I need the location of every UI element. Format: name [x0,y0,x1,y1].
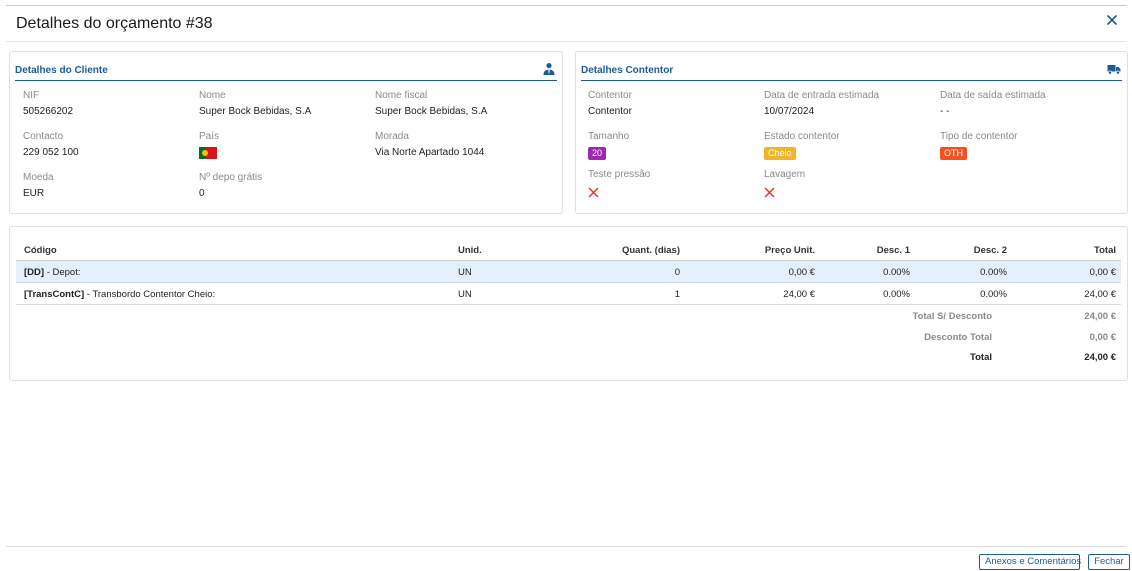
table-row[interactable]: [TransContC] - Transbordo Contentor Chei… [16,283,1121,305]
user-tie-icon [543,63,555,75]
row-price: 24,00 € [783,289,815,300]
client-card-title: Detalhes do Cliente [15,65,108,76]
client-name: Nome Super Bock Bebidas, S.A [199,90,312,117]
row-qty: 0 [674,267,680,278]
container-card-header: Detalhes Contentor [581,59,1122,81]
col-qty[interactable]: Quant. (dias) [622,245,680,256]
col-unit[interactable]: Unid. [458,245,482,256]
container-exit-date: Data de saída estimada - - [940,90,1046,117]
row-unit: UN [458,289,472,300]
row-disc2: 0.00% [980,289,1007,300]
row-disc1: 0.00% [883,289,910,300]
row-qty: 1 [674,289,680,300]
header-separator [6,41,1126,42]
client-details-card: Detalhes do Cliente NIF 505266202 Nome S… [9,51,563,214]
grand-total-value: 24,00 € [1084,352,1116,363]
col-code[interactable]: Código [24,245,57,256]
state-badge: Cheio [764,147,796,160]
total-no-discount-label: Total S/ Desconto [912,311,992,322]
container-state: Estado contentor Cheio [764,131,840,160]
total-discount-value: 0,00 € [1089,332,1116,343]
row-total: 24,00 € [1084,289,1116,300]
col-disc1[interactable]: Desc. 1 [877,245,910,256]
row-disc1: 0.00% [883,267,910,278]
dialog-top-border [6,5,1126,6]
portugal-flag-icon [199,147,217,159]
client-address: Morada Via Norte Apartado 1044 [375,131,485,158]
table-header: Código Unid. Quant. (dias) Preço Unit. D… [16,239,1121,261]
type-badge: OTH [940,147,967,160]
container-pressure-test: Teste pressão [588,169,650,201]
container-size: Tamanho 20 [588,131,630,160]
container-entry-date: Data de entrada estimada 10/07/2024 [764,90,880,117]
container-name: Contentor Contentor [588,90,632,117]
truck-icon [1107,65,1121,75]
row-price: 0,00 € [788,267,815,278]
col-disc2[interactable]: Desc. 2 [974,245,1007,256]
row-disc2: 0.00% [980,267,1007,278]
row-unit: UN [458,267,472,278]
client-nif: NIF 505266202 [23,90,74,117]
col-price[interactable]: Preço Unit. [765,245,815,256]
container-washing: Lavagem [764,169,805,201]
client-currency: Moeda EUR [23,172,54,199]
pressure-test-fail-icon [588,187,599,198]
footer-separator [6,546,1126,547]
total-no-discount-value: 24,00 € [1084,311,1116,322]
total-discount-label: Desconto Total [924,332,992,343]
client-fiscal-name: Nome fiscal Super Bock Bebidas, S.A [375,90,488,117]
close-button[interactable]: Fechar [1088,554,1130,570]
client-card-header: Detalhes do Cliente [15,59,557,81]
client-contact: Contacto 229 052 100 [23,131,79,158]
close-icon[interactable] [1104,12,1120,28]
row-code: [DD] - Depot: [24,267,81,278]
attachments-comments-button[interactable]: Anexos e Comentários [979,554,1081,570]
client-country: País [199,131,219,159]
quote-items-card: Código Unid. Quant. (dias) Preço Unit. D… [9,226,1128,381]
washing-fail-icon [764,187,775,198]
dialog-title: Detalhes do orçamento #38 [16,15,213,32]
container-details-card: Detalhes Contentor Contentor Contentor D… [575,51,1128,214]
table-row[interactable]: [DD] - Depot: UN 0 0,00 € 0.00% 0.00% 0,… [16,261,1121,283]
container-type: Tipo de contentor OTH [940,131,1018,160]
container-card-title: Detalhes Contentor [581,65,674,76]
size-badge: 20 [588,147,607,160]
row-code: [TransContC] - Transbordo Contentor Chei… [24,289,216,300]
col-total[interactable]: Total [1094,245,1116,256]
grand-total-label: Total [970,352,992,363]
row-total: 0,00 € [1089,267,1116,278]
client-free-depot: Nº depo grátis 0 [199,172,263,199]
